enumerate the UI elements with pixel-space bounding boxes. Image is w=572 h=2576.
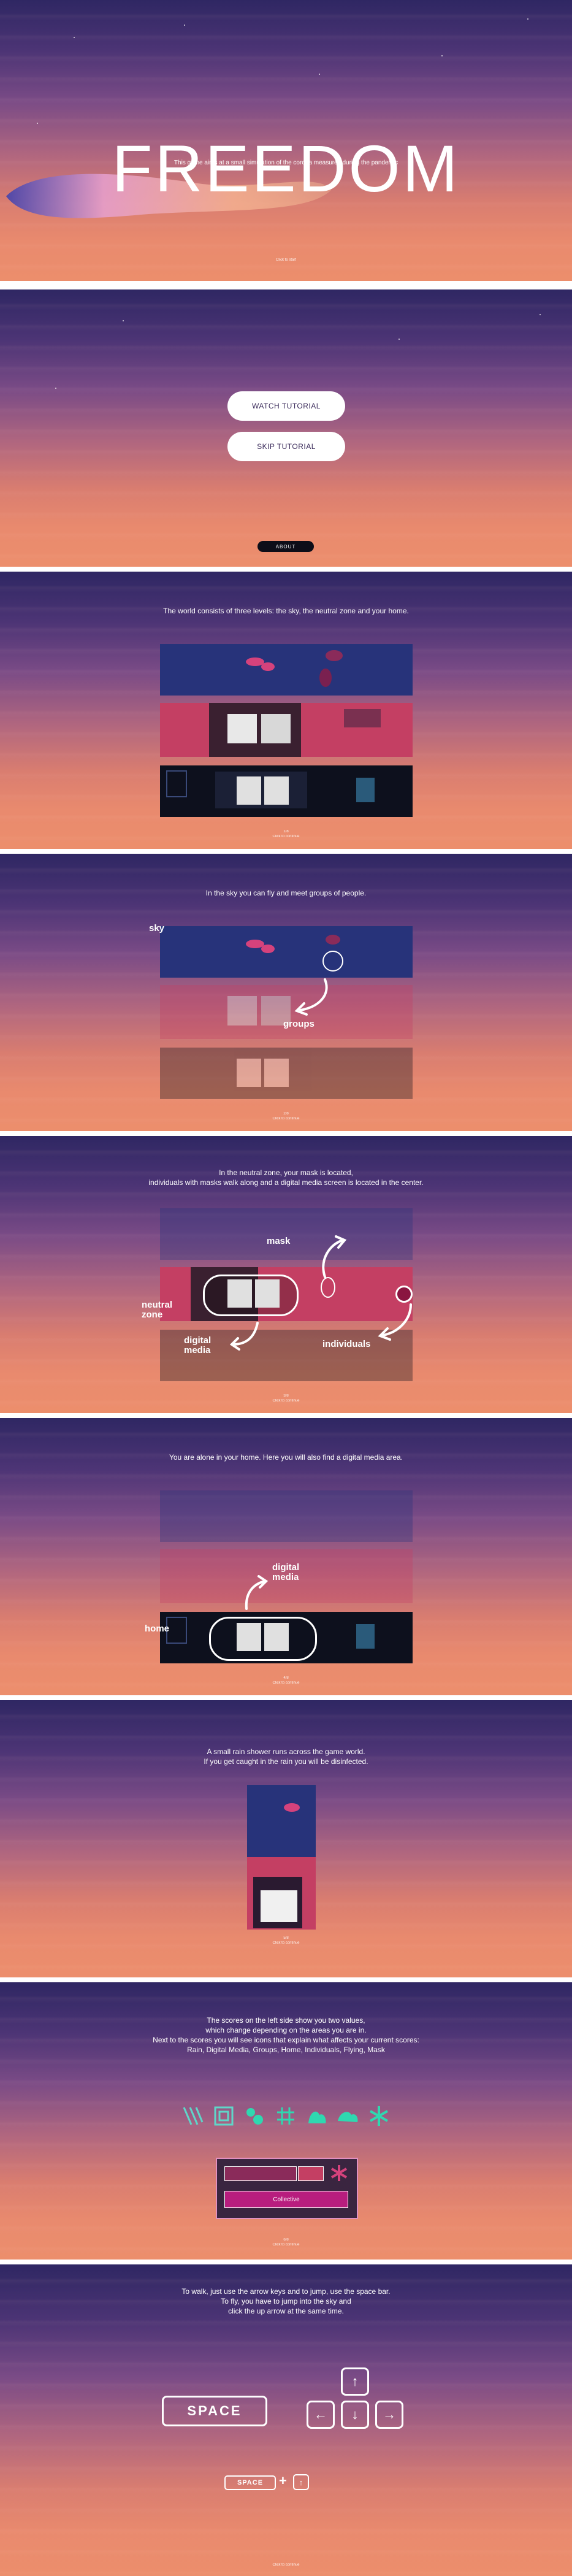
arrow-left-key: ← bbox=[307, 2401, 335, 2429]
sky-label: sky bbox=[149, 923, 165, 933]
collective-score-bar: Collective bbox=[224, 2191, 348, 2208]
skip-tutorial-button[interactable]: SKIP TUTORIAL bbox=[227, 432, 345, 461]
score-bar-1 bbox=[224, 2166, 297, 2181]
digital-media-label-line-2: media bbox=[184, 1345, 211, 1355]
tutorial-slide-2[interactable]: In the sky you can fly and meet groups o… bbox=[0, 854, 572, 1131]
slide-text-line-2: which change depending on the areas you … bbox=[205, 2026, 367, 2034]
groups-icon bbox=[246, 2108, 264, 2125]
collective-label: Collective bbox=[273, 2196, 300, 2203]
tutorial-slide-3[interactable]: In the neutral zone, your mask is locate… bbox=[0, 1136, 572, 1413]
slide-text-line-4: Rain, Digital Media, Groups, Home, Indiv… bbox=[187, 2045, 385, 2054]
game-title: FREEDOM bbox=[112, 131, 460, 206]
sky-level-preview bbox=[160, 644, 413, 696]
rain-icon bbox=[183, 2107, 204, 2125]
continue-hint[interactable]: Click to continue bbox=[0, 1398, 572, 1403]
menu-screen: WATCH TUTORIAL SKIP TUTORIAL ABOUT bbox=[0, 289, 572, 567]
game-subtitle: This game aims at a small simulation of … bbox=[174, 159, 398, 166]
continue-hint[interactable]: Click to continue bbox=[0, 1116, 572, 1121]
continue-hint[interactable]: Click to continue bbox=[0, 1941, 572, 1945]
score-icons-row bbox=[181, 2105, 390, 2129]
slide-text-line-1: To walk, just use the arrow keys and to … bbox=[181, 2287, 391, 2296]
mask-icon bbox=[330, 2165, 348, 2181]
slide-text-line-2: To fly, you have to jump into the sky an… bbox=[221, 2297, 351, 2306]
slide-counter: 4/8 bbox=[283, 1676, 289, 1680]
arrow-up-key-small: ↑ bbox=[293, 2474, 309, 2490]
rain-column-preview bbox=[247, 1785, 316, 1930]
intro-screen[interactable]: FREEDOM This game aims at a small simula… bbox=[0, 0, 572, 281]
space-key: SPACE bbox=[162, 2396, 267, 2426]
mask-icon bbox=[369, 2106, 388, 2126]
continue-hint[interactable]: Click to continue bbox=[0, 2242, 572, 2247]
mask-label: mask bbox=[267, 1236, 291, 1246]
tutorial-slide-5[interactable]: A small rain shower runs across the game… bbox=[0, 1700, 572, 1977]
slide-counter: 6/8 bbox=[283, 2238, 289, 2242]
tutorial-slide-6[interactable]: The scores on the left side show you two… bbox=[0, 1982, 572, 2260]
neutral-level-preview bbox=[160, 985, 413, 1039]
tutorial-slide-4[interactable]: You are alone in your home. Here you wil… bbox=[0, 1418, 572, 1695]
individuals-label: individuals bbox=[322, 1339, 371, 1349]
about-button[interactable]: ABOUT bbox=[257, 541, 314, 552]
slide-counter: 1/8 bbox=[283, 830, 289, 834]
slide-text-line-1: A small rain shower runs across the game… bbox=[207, 1747, 365, 1756]
slide-text-line-3: Next to the scores you will see icons th… bbox=[153, 2036, 419, 2044]
digital-media-label-line-1: digital bbox=[184, 1335, 212, 1346]
home-label: home bbox=[145, 1623, 170, 1634]
digital-media-arrow-icon bbox=[229, 1322, 259, 1351]
groups-label: groups bbox=[283, 1019, 315, 1029]
watch-tutorial-button[interactable]: WATCH TUTORIAL bbox=[227, 391, 345, 421]
slide-text: The world consists of three levels: the … bbox=[163, 607, 409, 615]
slide-counter: 3/8 bbox=[283, 1394, 289, 1398]
arrow-up-key: ↑ bbox=[341, 2367, 369, 2396]
continue-hint[interactable]: Click to continue bbox=[0, 1681, 572, 1685]
home-level-preview bbox=[160, 1612, 413, 1663]
slide-text-line-2: If you get caught in the rain you will b… bbox=[204, 1757, 368, 1766]
neutral-zone-label-line-2: zone bbox=[142, 1309, 163, 1320]
home-level-preview bbox=[160, 1048, 413, 1099]
tutorial-slide-7[interactable]: To walk, just use the arrow keys and to … bbox=[0, 2264, 572, 2576]
groups-arrow-icon bbox=[294, 978, 328, 1016]
individuals-arrow-icon bbox=[378, 1303, 412, 1341]
slide-text-line-1: The scores on the left side show you two… bbox=[207, 2016, 365, 2025]
sky-level-preview bbox=[160, 1490, 413, 1542]
digital-media-icon bbox=[214, 2106, 234, 2126]
home-level-preview bbox=[160, 765, 413, 817]
slide-text: You are alone in your home. Here you wil… bbox=[169, 1453, 403, 1462]
stars-decoration bbox=[0, 289, 572, 567]
sky-level-preview bbox=[160, 926, 413, 978]
slide-counter: 2/8 bbox=[283, 1112, 289, 1116]
flying-icon bbox=[338, 2112, 358, 2122]
slide-text: In the sky you can fly and meet groups o… bbox=[205, 889, 367, 897]
continue-hint[interactable]: Click to continue bbox=[0, 834, 572, 839]
arrow-down-key: ↓ bbox=[341, 2401, 369, 2429]
home-icon bbox=[276, 2107, 294, 2125]
sky-level-preview bbox=[160, 1208, 413, 1260]
plus-sign: + bbox=[279, 2473, 287, 2488]
tutorial-slide-1[interactable]: The world consists of three levels: the … bbox=[0, 572, 572, 849]
digital-media-arrow-icon bbox=[245, 1575, 269, 1610]
space-key-small: SPACE bbox=[224, 2475, 276, 2490]
slide-text-line-1: In the neutral zone, your mask is locate… bbox=[219, 1168, 353, 1177]
score-bar-2 bbox=[298, 2166, 324, 2181]
click-to-start-hint[interactable]: Click to start bbox=[0, 258, 572, 263]
neutral-zone-label-line-1: neutral bbox=[142, 1300, 173, 1310]
score-panel: Collective bbox=[216, 2158, 358, 2219]
arrow-right-key: → bbox=[375, 2401, 403, 2429]
neutral-level-preview bbox=[160, 703, 413, 757]
mask-arrow-icon bbox=[322, 1235, 347, 1278]
slide-text-line-3: click the up arrow at the same time. bbox=[228, 2307, 344, 2315]
continue-hint[interactable]: Click to continue bbox=[0, 2563, 572, 2567]
slide-text-line-2: individuals with masks walk along and a … bbox=[148, 1178, 424, 1187]
individuals-icon bbox=[308, 2111, 326, 2123]
slide-counter: 5/8 bbox=[283, 1936, 289, 1940]
digital-media-label-line-1: digital bbox=[272, 1562, 300, 1573]
